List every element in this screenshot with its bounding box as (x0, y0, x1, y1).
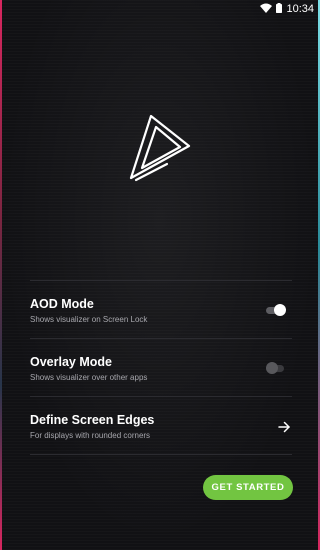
arrow-right-icon[interactable] (278, 420, 290, 433)
setting-subtitle: Shows visualizer on Screen Lock (30, 315, 148, 324)
setting-title: Overlay Mode (30, 355, 112, 369)
setting-subtitle: Shows visualizer over other apps (30, 373, 148, 382)
triangle-play-logo-icon (125, 112, 195, 184)
setting-subtitle: For displays with rounded corners (30, 431, 151, 440)
setting-aod-mode[interactable]: AOD Mode Shows visualizer on Screen Lock (30, 281, 292, 338)
setting-define-screen-edges[interactable]: Define Screen Edges For displays with ro… (30, 397, 292, 454)
app-screen: 10:34 AOD Mode Shows visualizer on Scree… (0, 0, 320, 550)
status-bar: 10:34 (0, 0, 320, 18)
overlay-mode-toggle[interactable] (266, 361, 286, 375)
setting-title: AOD Mode (30, 297, 94, 311)
divider (30, 454, 292, 455)
settings-list: AOD Mode Shows visualizer on Screen Lock… (30, 280, 292, 455)
battery-icon (276, 0, 283, 18)
status-time: 10:34 (286, 3, 314, 15)
toggle-thumb (266, 362, 278, 374)
edge-light-left (0, 0, 2, 550)
aod-mode-toggle[interactable] (266, 303, 286, 317)
get-started-button[interactable]: GET STARTED (203, 475, 293, 500)
toggle-thumb (274, 304, 286, 316)
wifi-icon (260, 0, 273, 18)
setting-title: Define Screen Edges (30, 413, 155, 427)
setting-overlay-mode[interactable]: Overlay Mode Shows visualizer over other… (30, 339, 292, 396)
